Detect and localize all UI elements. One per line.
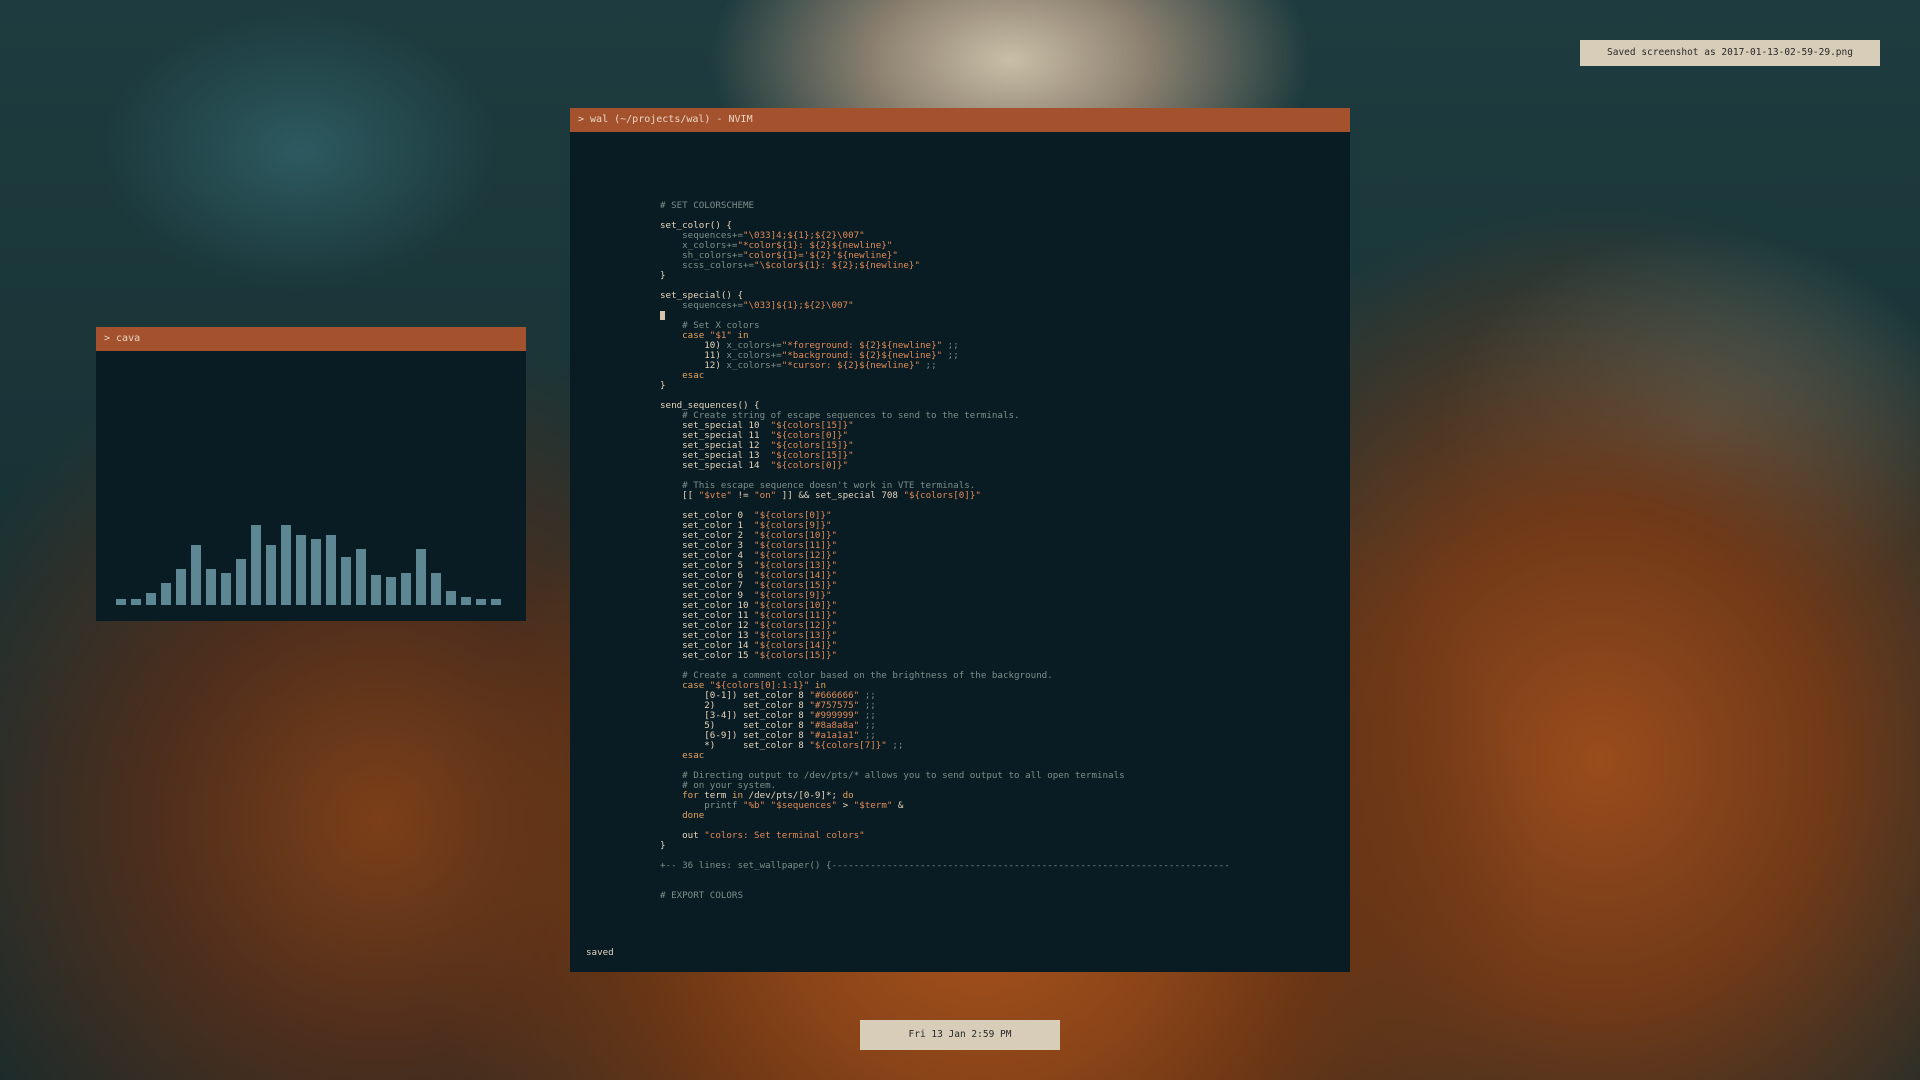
code-line: *) set_color 8 "${colors[7]}" ;; bbox=[660, 741, 1340, 751]
visualizer-bar bbox=[236, 559, 246, 605]
code-line: } bbox=[660, 271, 1340, 281]
cava-window[interactable]: > cava bbox=[96, 327, 526, 621]
visualizer-bar bbox=[191, 545, 201, 605]
code-line: # SET COLORSCHEME bbox=[660, 201, 1340, 211]
code-line: 12) x_colors+="*cursor: ${2}${newline}" … bbox=[660, 361, 1340, 371]
visualizer-bar bbox=[476, 599, 486, 605]
visualizer-bar bbox=[266, 545, 276, 605]
code-token: "${colors[0]}" bbox=[770, 460, 849, 471]
code-token: sequences+= bbox=[660, 300, 743, 311]
nvim-titlebar[interactable]: > wal (~/projects/wal) - NVIM bbox=[570, 108, 1350, 132]
cava-titlebar[interactable]: > cava bbox=[96, 327, 526, 351]
code-line: esac bbox=[660, 751, 1340, 761]
code-token: # SET COLORSCHEME bbox=[660, 200, 755, 211]
code-token: != bbox=[731, 490, 755, 501]
code-token: x_colors+= bbox=[726, 360, 782, 371]
code-token: "$vte" bbox=[698, 490, 732, 501]
code-token: "${colors[7]}" bbox=[809, 740, 887, 751]
code-line: sequences+="\033]${1};${2}\007" bbox=[660, 301, 1340, 311]
code-token: "%b" bbox=[742, 800, 766, 811]
visualizer-bar bbox=[251, 525, 261, 605]
code-token: "on" bbox=[754, 490, 777, 501]
code-token: & bbox=[892, 800, 904, 811]
code-line: # Set X colors bbox=[660, 321, 1340, 331]
visualizer-bar bbox=[356, 549, 366, 605]
visualizer-bar bbox=[416, 549, 426, 605]
code-token: set_color 15 bbox=[660, 650, 755, 661]
visualizer-bar bbox=[146, 593, 156, 605]
visualizer-bar bbox=[491, 599, 501, 605]
code-token: out bbox=[660, 830, 705, 841]
visualizer-bar bbox=[341, 557, 351, 605]
code-line: +-- 36 lines: set_wallpaper() {---------… bbox=[660, 861, 1340, 871]
nvim-status-message: saved bbox=[586, 947, 614, 958]
code-token: } bbox=[660, 380, 666, 391]
code-token: "${colors[15]}" bbox=[754, 650, 838, 661]
code-line: scss_colors+="\$color${1}: ${2};${newlin… bbox=[660, 261, 1340, 271]
code-token: ]] && set_special 708 bbox=[776, 490, 904, 501]
code-token: ;; bbox=[886, 740, 904, 751]
code-token: set_color 8 bbox=[742, 740, 810, 751]
code-token: esac bbox=[660, 370, 705, 381]
nvim-window[interactable]: > wal (~/projects/wal) - NVIM # SET COLO… bbox=[570, 108, 1350, 972]
code-line: printf "%b" "$sequences" > "$term" & bbox=[660, 801, 1340, 811]
visualizer-bar bbox=[446, 591, 456, 605]
code-token: # EXPORT COLORS bbox=[660, 890, 743, 901]
code-token: } bbox=[660, 270, 666, 281]
code-line: set_color 15 "${colors[15]}" bbox=[660, 651, 1340, 661]
code-token: set_special 14 bbox=[660, 460, 771, 471]
visualizer-bar bbox=[461, 597, 471, 605]
visualizer-bar bbox=[221, 573, 231, 605]
visualizer-bar bbox=[311, 539, 321, 605]
clock: Fri 13 Jan 2:59 PM bbox=[860, 1020, 1060, 1050]
code-token: "\$color${1}: ${2};${newline}" bbox=[754, 260, 920, 271]
code-line: done bbox=[660, 811, 1340, 821]
code-line: esac bbox=[660, 371, 1340, 381]
code-token: "${colors[0]}" bbox=[903, 490, 981, 501]
code-line bbox=[660, 311, 1340, 321]
code-token: ;; bbox=[920, 360, 937, 371]
code-token: scss_colors+= bbox=[660, 260, 755, 271]
code-token: } bbox=[660, 840, 666, 851]
code-token: done bbox=[660, 810, 705, 821]
code-line: } bbox=[660, 381, 1340, 391]
visualizer-bar bbox=[206, 569, 216, 605]
code-token: "*cursor: ${2}${newline}" bbox=[781, 360, 921, 371]
code-line: } bbox=[660, 841, 1340, 851]
visualizer-bar bbox=[326, 535, 336, 605]
visualizer-bar bbox=[296, 535, 306, 605]
nvim-editor[interactable]: # SET COLORSCHEME set_color() { sequences… bbox=[660, 201, 1340, 901]
visualizer-bar bbox=[371, 575, 381, 605]
visualizer-bar bbox=[161, 583, 171, 605]
visualizer-bar bbox=[176, 569, 186, 605]
visualizer-bar bbox=[386, 577, 396, 605]
visualizer-bar bbox=[116, 599, 126, 605]
code-line: # EXPORT COLORS bbox=[660, 891, 1340, 901]
code-token: > bbox=[837, 800, 854, 811]
code-line: [[ "$vte" != "on" ]] && set_special 708 … bbox=[660, 491, 1340, 501]
visualizer-bar bbox=[401, 573, 411, 605]
code-token: ;; bbox=[942, 350, 959, 361]
code-token: "$sequences" bbox=[765, 800, 838, 811]
code-token: [[ bbox=[660, 490, 699, 501]
cava-visualizer bbox=[116, 485, 501, 605]
screenshot-notification: Saved screenshot as 2017-01-13-02-59-29.… bbox=[1580, 40, 1880, 66]
code-token: "colors: Set terminal colors" bbox=[704, 830, 865, 841]
code-token: "\033]${1};${2}\007" bbox=[742, 300, 854, 311]
code-token: "$term" bbox=[853, 800, 893, 811]
visualizer-bar bbox=[131, 599, 141, 605]
code-token: esac bbox=[660, 750, 705, 761]
code-line: set_special 14 "${colors[0]}" bbox=[660, 461, 1340, 471]
visualizer-bar bbox=[281, 525, 291, 605]
text-cursor bbox=[660, 311, 665, 320]
code-token: +-- 36 lines: set_wallpaper() {---------… bbox=[660, 860, 1230, 871]
code-line: out "colors: Set terminal colors" bbox=[660, 831, 1340, 841]
visualizer-bar bbox=[431, 573, 441, 605]
